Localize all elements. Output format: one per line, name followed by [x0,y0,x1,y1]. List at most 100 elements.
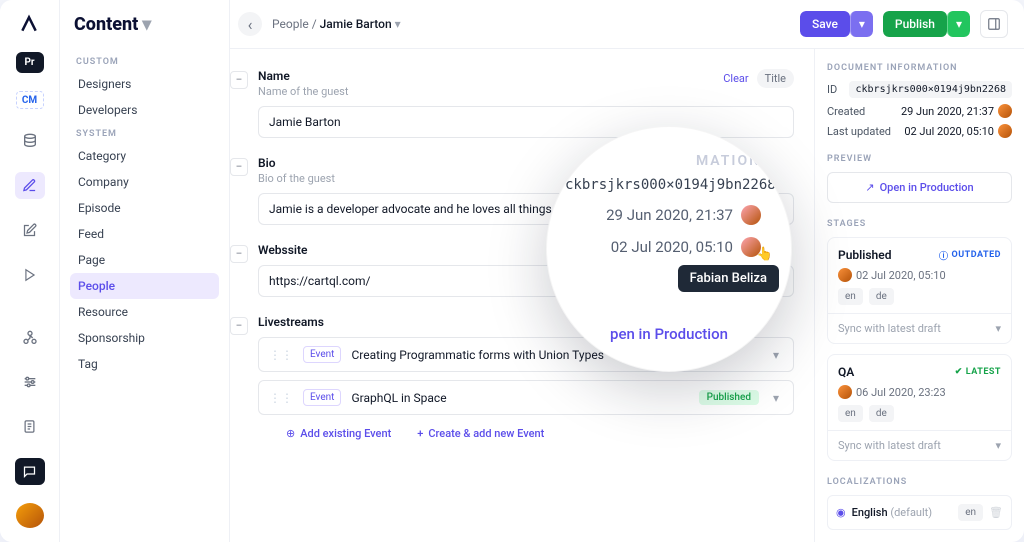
clear-button[interactable]: Clear [723,72,748,85]
create-new-button[interactable]: +Create & add new Event [417,427,544,440]
section-heading: DOCUMENT INFORMATION [827,63,1012,73]
database-icon[interactable] [15,127,45,154]
chevron-down-icon: ▾ [995,439,1001,452]
save-button-group: Save ▾ [800,11,873,37]
collapse-toggle[interactable]: – [230,317,248,335]
chevron-down-icon[interactable]: ▾ [395,17,401,31]
chat-icon[interactable] [15,458,45,485]
sidebar-item-company[interactable]: Company [70,169,219,195]
sidebar-item-resource[interactable]: Resource [70,299,219,325]
sidebar-item-feed[interactable]: Feed [70,221,219,247]
stage-card: Published ⓘOUTDATED 02 Jul 2020, 05:10 e… [827,237,1012,344]
section-heading: STAGES [827,219,1012,229]
publish-dropdown[interactable]: ▾ [947,11,970,37]
user-avatar[interactable] [16,503,44,528]
rail-item-pr[interactable]: Pr [16,52,44,73]
plus-icon: + [417,427,423,440]
plus-icon: ⊕ [286,427,295,440]
section-heading: PREVIEW [827,154,1012,164]
check-icon: ✔ [955,367,963,377]
stage-date: 06 Jul 2020, 23:23 [856,386,946,399]
sidebar-title[interactable]: Content▾ [70,14,219,35]
add-existing-button[interactable]: ⊕Add existing Event [286,427,391,440]
chevron-down-icon: ▾ [995,322,1001,335]
chevron-down-icon: ▾ [142,14,151,35]
sidebar-group-system: SYSTEM [70,123,219,143]
breadcrumb-current: Jamie Barton [320,17,392,31]
sidebar-item-sponsorship[interactable]: Sponsorship [70,325,219,351]
section-heading: LOCALIZATIONS [827,477,1012,487]
save-button[interactable]: Save [800,11,850,37]
sync-button[interactable]: Sync with latest draft▾ [828,313,1011,343]
id-value: ckbrsjkrs000×0194j9bn2268 [849,81,1012,98]
trash-icon[interactable]: 🗑 [989,506,1003,519]
tooltip: Fabian Beliza [678,265,779,292]
assets-icon[interactable] [15,217,45,244]
back-button[interactable]: ‹ [238,12,262,36]
mag-open-prod-link: pen in Production [547,325,791,343]
sidebar-item-category[interactable]: Category [70,143,219,169]
sync-button[interactable]: Sync with latest draft▾ [828,430,1011,460]
topbar: ‹ People / Jamie Barton ▾ Save ▾ Publish… [230,0,1024,49]
sidebar-item-tag[interactable]: Tag [70,351,219,377]
sidebar-item-developers[interactable]: Developers [70,97,219,123]
edit-icon[interactable] [15,172,45,199]
locale-name: English [852,506,888,519]
updated-label: Last updated [827,125,891,138]
user-avatar-icon [838,385,852,399]
created-value: 29 Jun 2020, 21:37 [901,104,1012,118]
cursor-pointer-icon: 👆 [757,247,773,262]
meta-sidebar: DOCUMENT INFORMATION ID ckbrsjkrs000×0194… [814,49,1024,542]
breadcrumb: People / Jamie Barton ▾ [272,17,401,31]
localization-row: ◉ English (default) en 🗑 [827,495,1012,530]
stage-name: QA [838,365,854,379]
item-menu-icon[interactable]: ▾ [769,391,783,405]
open-in-production-button[interactable]: ↗Open in Production [827,172,1012,203]
play-icon[interactable] [15,262,45,289]
user-avatar-icon [741,205,761,225]
sidebar-item-page[interactable]: Page [70,247,219,273]
layout-toggle-icon[interactable] [980,10,1008,38]
drag-handle-icon[interactable]: ⋮⋮ [269,391,293,405]
sidebar-item-people[interactable]: People [70,273,219,299]
rail-item-cm[interactable]: CM [16,91,44,109]
status-badge: ✔LATEST [955,367,1001,377]
collapse-toggle[interactable]: – [230,71,248,89]
mag-date1: 29 Jun 2020, 21:37 [606,206,733,224]
docs-icon[interactable] [15,414,45,441]
settings-icon[interactable] [15,369,45,396]
user-avatar-icon [838,268,852,282]
updated-value: 02 Jul 2020, 05:10 [904,124,1012,138]
mag-id: ckbrsjkrs000×0194j9bn2268 [565,177,773,193]
webhooks-icon[interactable] [15,324,45,351]
publish-button-group: Publish ▾ [883,11,970,37]
type-badge: Title [757,69,794,88]
external-link-icon: ↗ [865,181,874,194]
stage-date: 02 Jul 2020, 05:10 [856,269,946,282]
created-label: Created [827,105,865,118]
eye-icon[interactable]: ◉ [836,506,846,519]
locale-chip: de [869,288,894,305]
app-window: Pr CM Content▾ CUSTOM Designers Develope… [0,0,1024,542]
field-sub: Name of the guest [258,85,348,98]
item-title: GraphQL in Space [351,391,688,405]
locale-chip: en [838,288,863,305]
breadcrumb-root[interactable]: People [272,17,309,31]
magnifier-overlay: MATION ckbrsjkrs000×0194j9bn2268 29 Jun … [546,126,792,372]
drag-handle-icon[interactable]: ⋮⋮ [269,348,293,362]
save-dropdown[interactable]: ▾ [850,11,873,37]
status-badge: Published [699,390,759,405]
collapse-toggle[interactable]: – [230,158,248,176]
id-label: ID [827,83,837,96]
stage-card: QA ✔LATEST 06 Jul 2020, 23:23 en de Sync… [827,354,1012,461]
collapse-toggle[interactable]: – [230,245,248,263]
sidebar-item-designers[interactable]: Designers [70,71,219,97]
field-label: Name [258,69,348,83]
locale-default: (default) [890,506,932,519]
list-item[interactable]: ⋮⋮ Event GraphQL in Space Published ▾ [258,380,794,415]
relation-tag: Event [303,389,341,406]
sidebar-item-episode[interactable]: Episode [70,195,219,221]
publish-button[interactable]: Publish [883,11,947,37]
locale-chip: en [958,504,983,521]
user-avatar-icon [998,104,1012,118]
